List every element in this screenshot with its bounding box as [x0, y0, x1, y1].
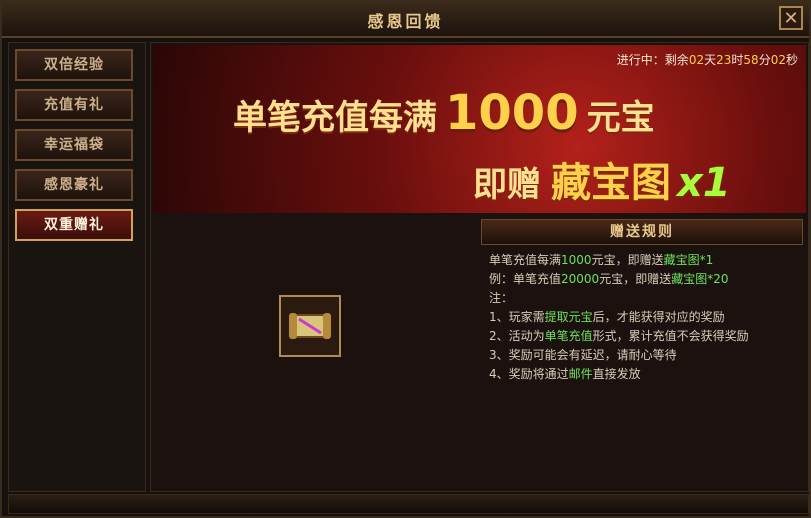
banner-line-1: 单笔充值每满 1000 元宝 — [233, 85, 655, 141]
sidebar: 双倍经验 充值有礼 幸运福袋 感恩豪礼 双重赠礼 — [8, 42, 146, 492]
rule-line: 4、奖励将通过邮件直接发放 — [489, 367, 641, 381]
content-panel: 进行中：剩余02天23时58分02秒 单笔充值每满 1000 元宝 即赠 藏宝图 x1 … — [150, 42, 809, 492]
treasure-map-icon — [289, 313, 331, 339]
countdown: 进行中：剩余02天23时58分02秒 — [616, 53, 798, 67]
tab-double-gift[interactable]: 双重赠礼 — [15, 209, 133, 241]
rules-header: 赠送规则 — [481, 219, 803, 245]
rule-line: 3、奖励可能会有延迟，请耐心等待 — [489, 348, 677, 362]
tab-lucky-bag[interactable]: 幸运福袋 — [15, 129, 133, 161]
rule-line: 2、活动为单笔充值形式，累计充值不会获得奖励 — [489, 329, 749, 343]
rules-text: 单笔充值每满1000元宝，即赠送藏宝图*1 例：单笔充值20000元宝，即赠送藏… — [489, 251, 799, 384]
tab-recharge-gift[interactable]: 充值有礼 — [15, 89, 133, 121]
bottom-bar — [8, 494, 809, 514]
close-button[interactable]: ✕ — [779, 6, 803, 30]
event-banner: 进行中：剩余02天23时58分02秒 单笔充值每满 1000 元宝 即赠 藏宝图 x1 — [153, 45, 806, 213]
tab-thanks-gift[interactable]: 感恩豪礼 — [15, 169, 133, 201]
rule-line: 单笔充值每满1000元宝，即赠送藏宝图*1 — [489, 253, 714, 267]
tab-double-exp[interactable]: 双倍经验 — [15, 49, 133, 81]
window-title: 感恩回馈 — [367, 12, 444, 31]
reward-slot[interactable] — [279, 295, 341, 357]
event-window: 感恩回馈 ✕ 双倍经验 充值有礼 幸运福袋 感恩豪礼 双重赠礼 进行中：剩余02… — [0, 0, 811, 518]
rule-note: 注： — [489, 291, 514, 305]
banner-line-2: 即赠 藏宝图 x1 — [473, 160, 731, 206]
rule-line: 例：单笔充值20000元宝，即赠送藏宝图*20 — [489, 272, 729, 286]
rule-line: 1、玩家需提取元宝后，才能获得对应的奖励 — [489, 310, 725, 324]
title-bar: 感恩回馈 ✕ — [2, 2, 809, 38]
